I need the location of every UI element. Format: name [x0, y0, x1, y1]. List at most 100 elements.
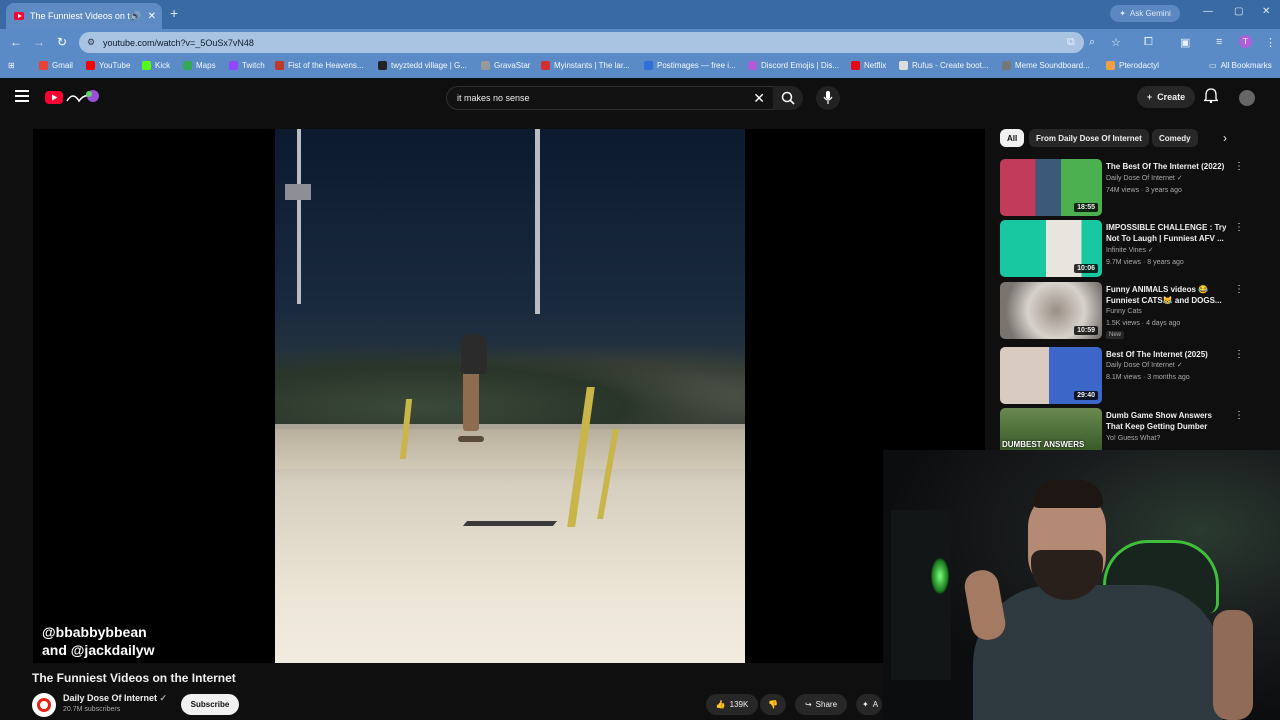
extensions-icon[interactable]: ⧠ — [1144, 36, 1153, 49]
chevron-right-icon[interactable]: › — [1223, 131, 1227, 145]
voice-search-button[interactable] — [816, 86, 840, 110]
chip-comedy[interactable]: Comedy — [1152, 129, 1198, 147]
video-thumbnail[interactable]: 10:59 — [1000, 282, 1102, 339]
back-icon[interactable]: ← — [10, 35, 22, 49]
recommendation-channel[interactable]: Daily Dose Of Internet ✓ — [1106, 173, 1183, 185]
bookmark-item[interactable]: Postimages — free i... — [644, 61, 736, 70]
bookmark-item[interactable]: twyztedd village | G... — [378, 61, 467, 70]
bookmark-favicon-icon — [481, 61, 490, 70]
reload-icon[interactable]: ↻ — [57, 35, 67, 49]
apps-grid-icon[interactable]: ⊞ — [8, 61, 15, 70]
video-thumbnail[interactable]: 18:55 — [1000, 159, 1102, 216]
search-input[interactable]: it makes no sense ✕ — [446, 86, 774, 110]
install-app-icon[interactable]: ⧉ — [1067, 36, 1075, 49]
zoom-icon[interactable]: ⌕ — [1089, 36, 1095, 49]
bookmark-item[interactable]: Discord Emojis | Dis... — [748, 61, 839, 70]
recommendation-channel[interactable]: Daily Dose Of Internet ✓ — [1106, 360, 1183, 372]
recommendation-title[interactable]: Dumb Game Show Answers That Keep Getting… — [1106, 410, 1228, 432]
recommendation-channel[interactable]: Funny Cats — [1106, 306, 1142, 318]
media-controls-icon[interactable]: ≡ — [1216, 36, 1222, 48]
recommendation-title[interactable]: The Best Of The Internet (2022) — [1106, 161, 1228, 172]
recommendation-channel[interactable]: Yo! Guess What? — [1106, 433, 1160, 445]
bookmark-item[interactable]: Myinstants | The lar... — [541, 61, 630, 70]
verified-icon: ✓ — [1176, 175, 1183, 182]
recommendation-meta: 8.1M views · 3 months ago — [1106, 374, 1190, 381]
recommendation-item[interactable]: 10:59 Funny ANIMALS videos 😂 Funniest CA… — [1000, 282, 1250, 340]
more-options-icon[interactable]: ⋮ — [1234, 349, 1244, 360]
site-info-icon[interactable]: ⚙ — [87, 37, 97, 48]
more-options-icon[interactable]: ⋮ — [1234, 284, 1244, 295]
profile-avatar[interactable]: T — [1239, 35, 1252, 48]
more-actions-button[interactable]: ✦ A — [856, 694, 882, 715]
recommendation-title[interactable]: Best Of The Internet (2025) — [1106, 349, 1228, 360]
notifications-button[interactable] — [1202, 88, 1220, 108]
verified-icon: ✓ — [1147, 247, 1154, 254]
recommendation-meta: 74M views · 3 years ago — [1106, 187, 1182, 194]
ask-gemini-button[interactable]: ✦ Ask Gemini — [1110, 5, 1180, 22]
like-button[interactable]: 👍 139K — [706, 694, 758, 715]
bookmark-favicon-icon — [1002, 61, 1011, 70]
duration-badge: 29:40 — [1074, 391, 1098, 400]
more-options-icon[interactable]: ⋮ — [1234, 161, 1244, 172]
close-tab-icon[interactable]: ✕ — [148, 11, 156, 22]
url-field[interactable]: ⚙ youtube.com/watch?v=_5OuSx7vN48 — [79, 32, 1084, 53]
recommendation-item[interactable]: DUMBEST ANSWERS Dumb Game Show Answers T… — [1000, 408, 1250, 450]
bookmark-item[interactable]: Twitch — [229, 61, 265, 70]
forward-icon[interactable]: → — [33, 35, 45, 49]
clear-search-icon[interactable]: ✕ — [753, 90, 765, 107]
thumbs-up-icon: 👍 — [715, 700, 726, 709]
bookmark-item[interactable]: Kick — [142, 61, 170, 70]
channel-avatar[interactable] — [32, 693, 56, 717]
bookmark-item[interactable]: YouTube — [86, 61, 130, 70]
new-badge: New — [1106, 331, 1125, 339]
recommendation-item[interactable]: 10:06 IMPOSSIBLE CHALLENGE : Try Not To … — [1000, 220, 1250, 278]
account-avatar[interactable] — [1239, 90, 1255, 106]
youtube-header: it makes no sense ✕ + Create — [0, 78, 1280, 118]
video-player[interactable]: @bbabbybbean and @jackdailyw — [33, 129, 985, 663]
bookmark-item[interactable]: Netflix — [851, 61, 886, 70]
chip-from-channel[interactable]: From Daily Dose Of Internet — [1029, 129, 1149, 147]
recommendation-item[interactable]: 29:40 Best Of The Internet (2025) Daily … — [1000, 347, 1250, 405]
more-options-icon[interactable]: ⋮ — [1234, 410, 1244, 421]
create-button[interactable]: + Create — [1137, 86, 1195, 108]
video-thumbnail[interactable]: 29:40 — [1000, 347, 1102, 404]
share-button[interactable]: ↪ Share — [795, 694, 847, 715]
bookmark-item[interactable]: Rufus - Create boot... — [899, 61, 988, 70]
dislike-button[interactable]: 👎 — [760, 694, 786, 715]
video-title: The Funniest Videos on the Internet — [32, 671, 236, 685]
recommendation-title[interactable]: IMPOSSIBLE CHALLENGE : Try Not To Laugh … — [1106, 222, 1228, 244]
bookmark-item[interactable]: Pterodactyl — [1106, 61, 1159, 70]
bookmark-item[interactable]: Maps — [183, 61, 216, 70]
youtube-logo[interactable] — [45, 89, 101, 107]
bookmark-item[interactable]: Fist of the Heavens... — [275, 61, 364, 70]
chip-all[interactable]: All — [1000, 129, 1025, 147]
new-tab-button[interactable]: + — [170, 5, 178, 21]
close-window-icon[interactable]: ✕ — [1262, 6, 1270, 17]
duration-badge: 18:55 — [1074, 203, 1098, 212]
maximize-icon[interactable]: ▢ — [1234, 6, 1243, 17]
recommendation-channel[interactable]: Infinite Vines ✓ — [1106, 245, 1154, 257]
recommendation-item[interactable]: 18:55 The Best Of The Internet (2022) Da… — [1000, 159, 1250, 217]
star-icon[interactable]: ☆ — [1111, 36, 1121, 49]
channel-name[interactable]: Daily Dose Of Internet ✓ — [63, 693, 167, 704]
hamburger-menu-icon[interactable] — [15, 90, 29, 102]
video-thumbnail[interactable]: DUMBEST ANSWERS — [1000, 408, 1102, 450]
speaker-icon[interactable]: 🔊 — [130, 11, 141, 22]
all-bookmarks-button[interactable]: ▭ All Bookmarks — [1209, 61, 1272, 70]
split-view-icon[interactable]: ▣ — [1180, 36, 1190, 49]
bookmark-item[interactable]: Gmail — [39, 61, 73, 70]
video-caption-overlay: @bbabbybbean and @jackdailyw — [42, 624, 155, 658]
bookmark-item[interactable]: GravaStar — [481, 61, 530, 70]
video-thumbnail[interactable]: 10:06 — [1000, 220, 1102, 277]
bookmark-item[interactable]: Meme Soundboard... — [1002, 61, 1090, 70]
folder-icon: ▭ — [1209, 61, 1217, 70]
browser-tab-active[interactable]: The Funniest Videos on the 🔊 ✕ — [6, 3, 162, 29]
minimize-icon[interactable]: — — [1203, 6, 1213, 17]
subscribe-button[interactable]: Subscribe — [181, 694, 239, 715]
recommendation-title[interactable]: Funny ANIMALS videos 😂 Funniest CATS😹 an… — [1106, 284, 1228, 306]
thumbs-down-icon: 👎 — [768, 700, 778, 709]
menu-dots-icon[interactable]: ⋮ — [1265, 36, 1276, 49]
search-button[interactable] — [773, 86, 803, 110]
share-icon: ↪ — [804, 700, 812, 709]
more-options-icon[interactable]: ⋮ — [1234, 222, 1244, 233]
